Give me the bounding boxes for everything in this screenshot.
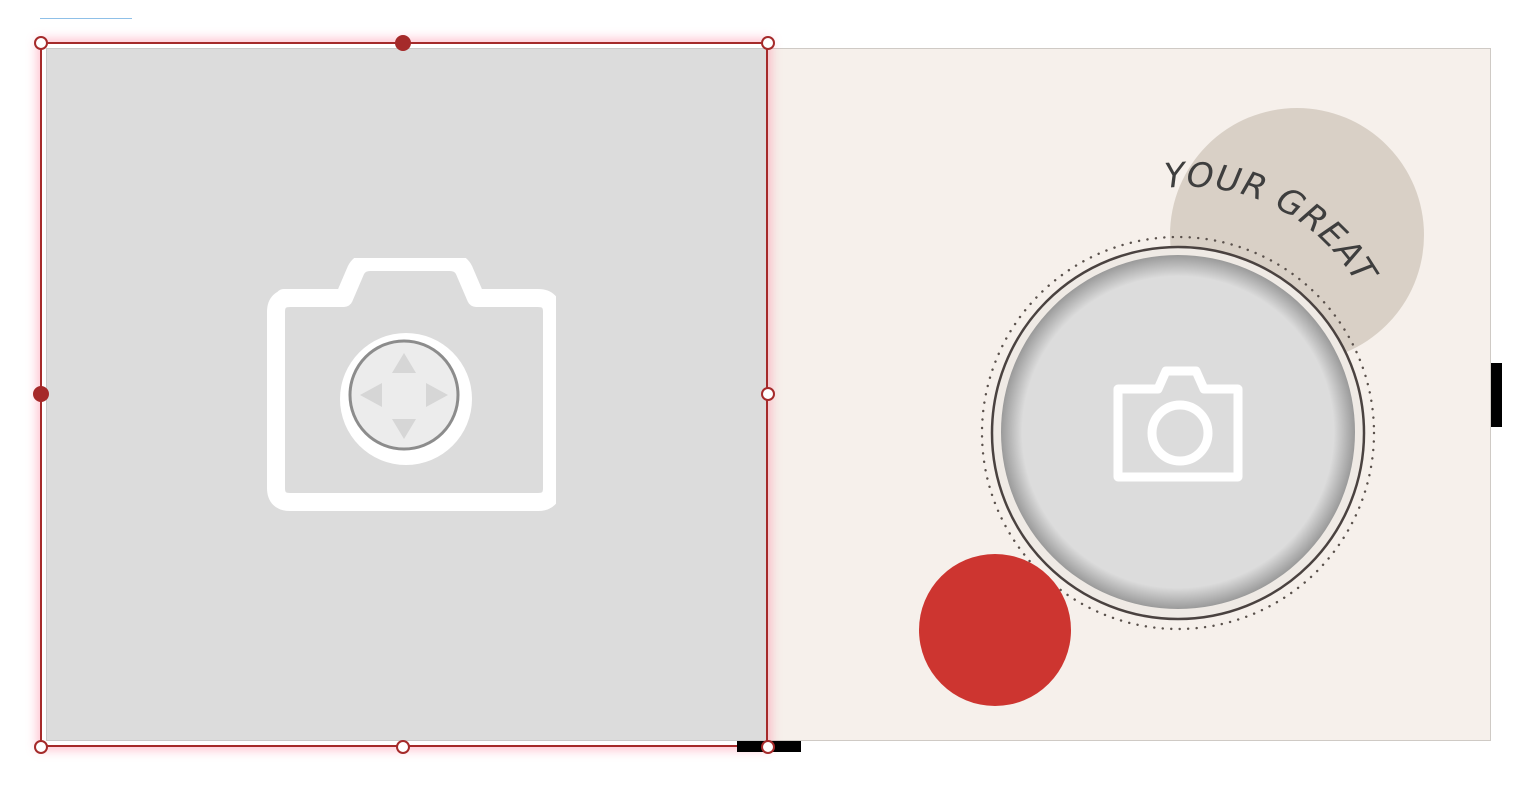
resize-handle-bottom[interactable]: [396, 740, 410, 754]
resize-handle-top-right[interactable]: [761, 36, 775, 50]
move-arrows-icon[interactable]: [338, 333, 478, 473]
resize-handle-bottom-right[interactable]: [761, 740, 775, 754]
right-page-decorations: YOUR GREAT TEXT: [900, 90, 1424, 706]
top-link[interactable]: [40, 12, 132, 19]
resize-handle-top[interactable]: [395, 35, 411, 51]
resize-handle-bottom-left[interactable]: [34, 740, 48, 754]
page-tab-right[interactable]: [1491, 363, 1502, 427]
resize-handle-left[interactable]: [33, 386, 49, 402]
resize-handle-right[interactable]: [761, 387, 775, 401]
photo-placeholder-round[interactable]: [1001, 255, 1355, 609]
resize-handle-top-left[interactable]: [34, 36, 48, 50]
red-decor-circle: [919, 554, 1071, 706]
